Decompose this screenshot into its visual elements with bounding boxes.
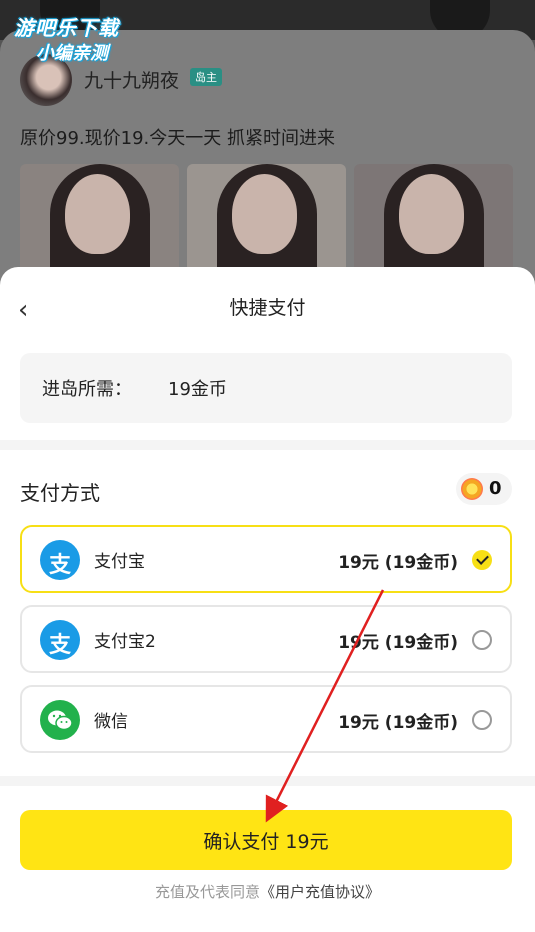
watermark-line2: 小编亲测 xyxy=(36,43,108,64)
author-name[interactable]: 九十九朔夜 xyxy=(84,66,179,93)
post-image[interactable] xyxy=(187,164,346,274)
radio-unchecked-icon[interactable] xyxy=(472,630,492,650)
watermark: 游吧乐下载 小编亲测 xyxy=(14,12,149,65)
option-name: 微信 xyxy=(94,712,128,732)
section-divider xyxy=(0,776,535,786)
payment-option-alipay2[interactable]: 支 支付宝2 19元 (19金币) xyxy=(20,605,512,673)
payment-method-title: 支付方式 xyxy=(20,481,100,505)
option-price: 19元 (19金币) xyxy=(338,553,458,573)
sheet-title: 快捷支付 xyxy=(229,297,306,319)
confirm-payment-button[interactable]: 确认支付 19元 xyxy=(20,810,512,870)
section-divider xyxy=(0,440,535,450)
coin-balance-value: 0 xyxy=(489,478,502,499)
owner-badge: 岛主 xyxy=(190,68,222,86)
post-text: 原价99.现价19.今天一天 抓紧时间进来 xyxy=(20,128,335,149)
requirement-value: 19金币 xyxy=(168,379,227,400)
option-name: 支付宝2 xyxy=(94,632,156,652)
agreement-prefix: 充值及代表同意 xyxy=(154,883,260,901)
payment-sheet: ‹ 快捷支付 进岛所需： 19金币 支付方式 0 支 支付宝 19元 (19金币… xyxy=(0,267,535,932)
alipay-icon: 支 xyxy=(40,540,80,580)
wechat-icon xyxy=(40,700,80,740)
payment-option-alipay[interactable]: 支 支付宝 19元 (19金币) xyxy=(20,525,512,593)
radio-checked-icon[interactable] xyxy=(472,550,492,570)
agreement-link[interactable]: 《用户充值协议》 xyxy=(260,883,380,901)
coin-balance: 0 xyxy=(456,473,512,505)
post-image[interactable] xyxy=(20,164,179,274)
coin-icon xyxy=(461,478,483,500)
requirement-box: 进岛所需： 19金币 xyxy=(20,353,512,423)
alipay-icon: 支 xyxy=(40,620,80,660)
post-image[interactable] xyxy=(354,164,513,274)
radio-unchecked-icon[interactable] xyxy=(472,710,492,730)
option-price: 19元 (19金币) xyxy=(338,633,458,653)
option-name: 支付宝 xyxy=(94,552,145,572)
requirement-label: 进岛所需： xyxy=(42,379,132,400)
option-price: 19元 (19金币) xyxy=(338,713,458,733)
payment-option-wechat[interactable]: 微信 19元 (19金币) xyxy=(20,685,512,753)
watermark-line1: 游吧乐下载 xyxy=(14,16,119,40)
agreement-text: 充值及代表同意《用户充值协议》 xyxy=(0,881,535,902)
